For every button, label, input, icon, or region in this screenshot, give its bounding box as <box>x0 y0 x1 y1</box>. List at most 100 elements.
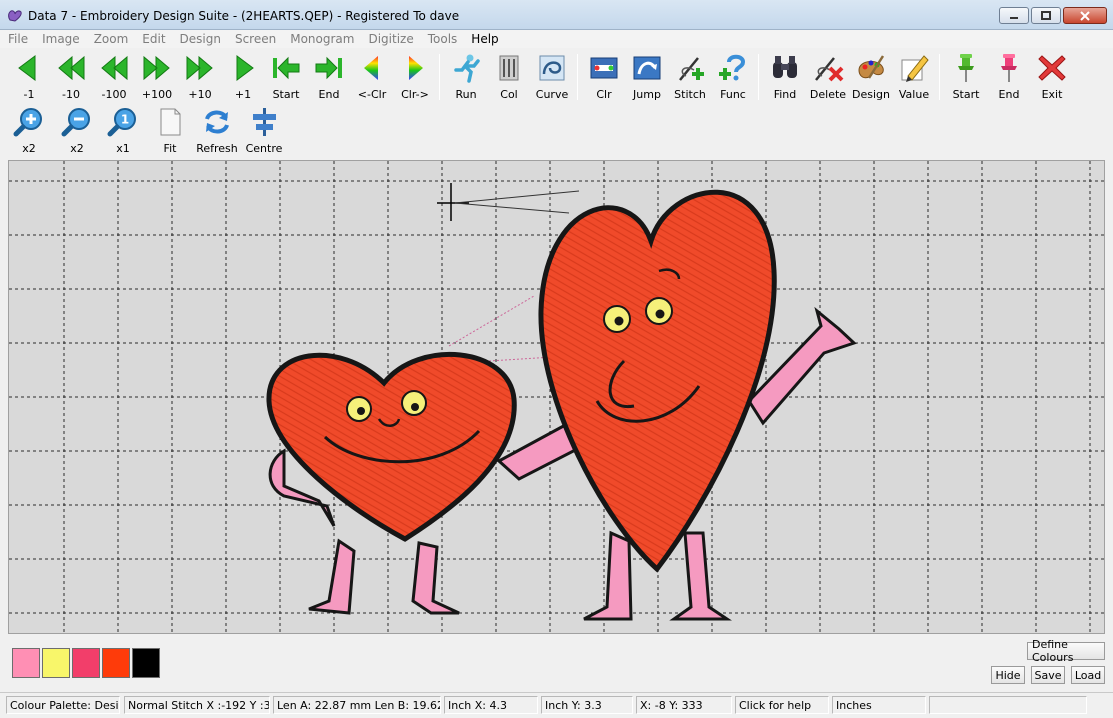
zoom-actual-icon: 1 <box>107 108 136 137</box>
big-heart <box>538 189 857 621</box>
toolbar-separator <box>439 54 440 100</box>
exit-button[interactable]: Exit <box>1029 52 1075 102</box>
design-button[interactable]: Design <box>848 52 894 102</box>
pin-start-button[interactable]: Start <box>943 52 989 102</box>
fit-button[interactable]: Fit <box>147 106 193 156</box>
clear-stitch-icon <box>590 57 618 79</box>
minimize-icon <box>1010 16 1018 19</box>
run-button[interactable]: Run <box>443 52 489 102</box>
crosshair-cursor <box>437 183 580 221</box>
embroidery-design <box>9 161 1104 633</box>
status-empty <box>929 696 1087 714</box>
step-back-1-button[interactable]: -1 <box>6 52 52 102</box>
zoom-out-icon <box>61 108 90 137</box>
prev-colour-button[interactable]: <-Clr <box>349 52 395 102</box>
minimize-button[interactable] <box>999 7 1029 24</box>
find-button[interactable]: Find <box>762 52 808 102</box>
curve-icon <box>539 55 565 81</box>
menu-tools[interactable]: Tools <box>428 32 458 46</box>
refresh-icon <box>205 110 229 134</box>
zoom-out-x2-button[interactable]: x2 <box>54 106 100 156</box>
jump-button[interactable]: Jump <box>624 52 670 102</box>
maximize-icon <box>1041 10 1051 20</box>
menu-help[interactable]: Help <box>471 32 498 46</box>
zoom-in-icon <box>13 108 42 137</box>
colour-swatch[interactable] <box>12 648 40 678</box>
maximize-button[interactable] <box>1031 7 1061 24</box>
toolbar-separator <box>577 54 578 100</box>
status-stitch: Normal Stitch X :-192 Y :356 <box>124 696 270 714</box>
menu-screen[interactable]: Screen <box>235 32 276 46</box>
menu-file[interactable]: File <box>8 32 28 46</box>
double-left-icon <box>101 55 128 81</box>
skip-start-icon <box>273 56 300 80</box>
colour-swatch[interactable] <box>42 648 70 678</box>
step-forward-10-button[interactable]: +10 <box>177 52 223 102</box>
needle-delete-icon <box>815 57 844 82</box>
centre-button[interactable]: Centre <box>241 106 287 156</box>
step-forward-100-button[interactable]: +100 <box>134 52 180 102</box>
menu-design[interactable]: Design <box>180 32 221 46</box>
go-start-button[interactable]: Start <box>263 52 309 102</box>
triangle-right-icon <box>236 55 254 81</box>
stitch-button[interactable]: Stitch <box>667 52 713 102</box>
svg-text:1: 1 <box>121 113 129 127</box>
curve-button[interactable]: Curve <box>529 52 575 102</box>
go-end-button[interactable]: End <box>306 52 352 102</box>
zoom-x1-button[interactable]: 1 x1 <box>100 106 146 156</box>
status-help[interactable]: Click for help <box>735 696 829 714</box>
columns-icon <box>499 55 519 81</box>
pencil-icon <box>901 55 929 82</box>
hide-button[interactable]: Hide <box>991 666 1025 684</box>
rainbow-left-icon <box>364 56 378 80</box>
toolbar-separator <box>758 54 759 100</box>
colour-swatch[interactable] <box>102 648 130 678</box>
palette-icon <box>858 55 885 79</box>
colour-swatch[interactable] <box>132 648 160 678</box>
double-right-icon <box>186 55 213 81</box>
toolbar-separator <box>939 54 940 100</box>
close-icon <box>1080 10 1090 21</box>
menu-digitize[interactable]: Digitize <box>368 32 413 46</box>
step-forward-1-button[interactable]: +1 <box>220 52 266 102</box>
pushpin-pink-icon <box>1001 54 1017 82</box>
step-back-100-button[interactable]: -100 <box>91 52 137 102</box>
jump-icon <box>633 56 661 80</box>
menu-monogram[interactable]: Monogram <box>290 32 354 46</box>
binoculars-icon <box>773 56 797 78</box>
delete-button[interactable]: Delete <box>805 52 851 102</box>
zoom-in-x2-button[interactable]: x2 <box>6 106 52 156</box>
red-x-icon <box>1038 55 1066 81</box>
menu-edit[interactable]: Edit <box>142 32 165 46</box>
window-title: Data 7 - Embroidery Design Suite - (2HEA… <box>28 9 460 23</box>
load-button[interactable]: Load <box>1071 666 1105 684</box>
skip-end-icon <box>315 56 342 80</box>
small-heart <box>266 352 592 615</box>
pin-end-button[interactable]: End <box>986 52 1032 102</box>
main-toolbar: -1 -10 -100 +100 +10 +1 Start End <-Clr <box>6 52 1106 102</box>
refresh-button[interactable]: Refresh <box>194 106 240 156</box>
function-button[interactable]: Func <box>710 52 756 102</box>
status-length: Len A: 22.87 mm Len B: 19.62 mm <box>273 696 441 714</box>
save-button[interactable]: Save <box>1031 666 1065 684</box>
rainbow-right-icon <box>409 56 423 80</box>
next-colour-button[interactable]: Clr-> <box>392 52 438 102</box>
colour-swatch[interactable] <box>72 648 100 678</box>
step-back-10-button[interactable]: -10 <box>48 52 94 102</box>
close-button[interactable] <box>1063 7 1107 24</box>
menu-image[interactable]: Image <box>42 32 80 46</box>
clear-button[interactable]: Clr <box>581 52 627 102</box>
colour-stitch-button[interactable]: Col <box>486 52 532 102</box>
menu-bar: File Image Zoom Edit Design Screen Monog… <box>0 30 1113 48</box>
pushpin-green-icon <box>958 54 974 82</box>
status-units: Inches <box>832 696 926 714</box>
double-right-icon <box>143 55 170 81</box>
menu-zoom[interactable]: Zoom <box>94 32 129 46</box>
status-inch-y: Inch Y: 3.3 <box>541 696 633 714</box>
zoom-toolbar: x2 x2 1 x1 Fit Refresh Centre <box>6 106 1106 156</box>
define-colours-button[interactable]: Define Colours <box>1027 638 1105 664</box>
value-button[interactable]: Value <box>891 52 937 102</box>
triangle-left-icon <box>18 55 36 81</box>
design-canvas[interactable] <box>8 160 1105 634</box>
status-inch-x: Inch X: 4.3 <box>444 696 538 714</box>
